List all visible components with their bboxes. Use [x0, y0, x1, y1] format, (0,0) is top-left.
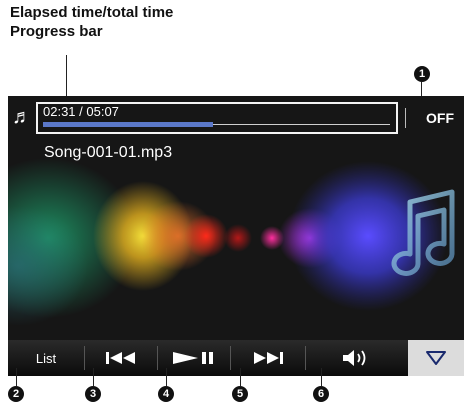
song-title: Song-001-01.mp3 — [44, 144, 173, 161]
list-label: List — [35, 350, 57, 366]
repeat-status[interactable]: OFF — [426, 110, 454, 126]
music-player-screen: ♬ 02:31 / 05:07 OFF Song-001-01.mp3 List — [8, 96, 464, 376]
down-arrow-button[interactable] — [408, 340, 464, 376]
elapsed-total-time: 02:31 / 05:07 — [43, 104, 119, 119]
previous-track-button[interactable] — [85, 340, 157, 376]
badge-4: 4 — [158, 386, 174, 402]
control-bar: List — [8, 340, 464, 376]
next-track-button[interactable] — [231, 340, 305, 376]
badge-2: 2 — [8, 386, 24, 402]
progress-fill — [43, 122, 213, 127]
badge-4-leader — [166, 368, 167, 386]
badge-6: 6 — [313, 386, 329, 402]
header-divider — [405, 108, 406, 128]
badge-3-leader — [93, 368, 94, 386]
down-arrow-icon — [426, 351, 446, 365]
play-pause-icon — [173, 352, 213, 364]
music-note-icon: ♬ — [12, 106, 32, 128]
callout-label: Elapsed time/total time Progress bar — [10, 3, 173, 41]
next-track-icon — [254, 352, 283, 364]
badge-3: 3 — [85, 386, 101, 402]
callout-line2: Progress bar — [10, 23, 103, 40]
badge-5-leader — [240, 368, 241, 386]
play-pause-button[interactable] — [158, 340, 230, 376]
volume-icon — [343, 350, 366, 366]
progress-area[interactable]: 02:31 / 05:07 — [36, 102, 398, 134]
badge-5: 5 — [232, 386, 248, 402]
badge-6-leader — [321, 368, 322, 386]
callout-leader-line — [66, 55, 67, 102]
badge-2-leader — [16, 368, 17, 386]
large-music-note-icon — [391, 189, 455, 276]
callout-line1: Elapsed time/total time — [10, 4, 174, 21]
badge-1: 1 — [414, 66, 430, 82]
previous-track-icon — [106, 352, 135, 364]
list-button[interactable]: List — [8, 340, 84, 376]
